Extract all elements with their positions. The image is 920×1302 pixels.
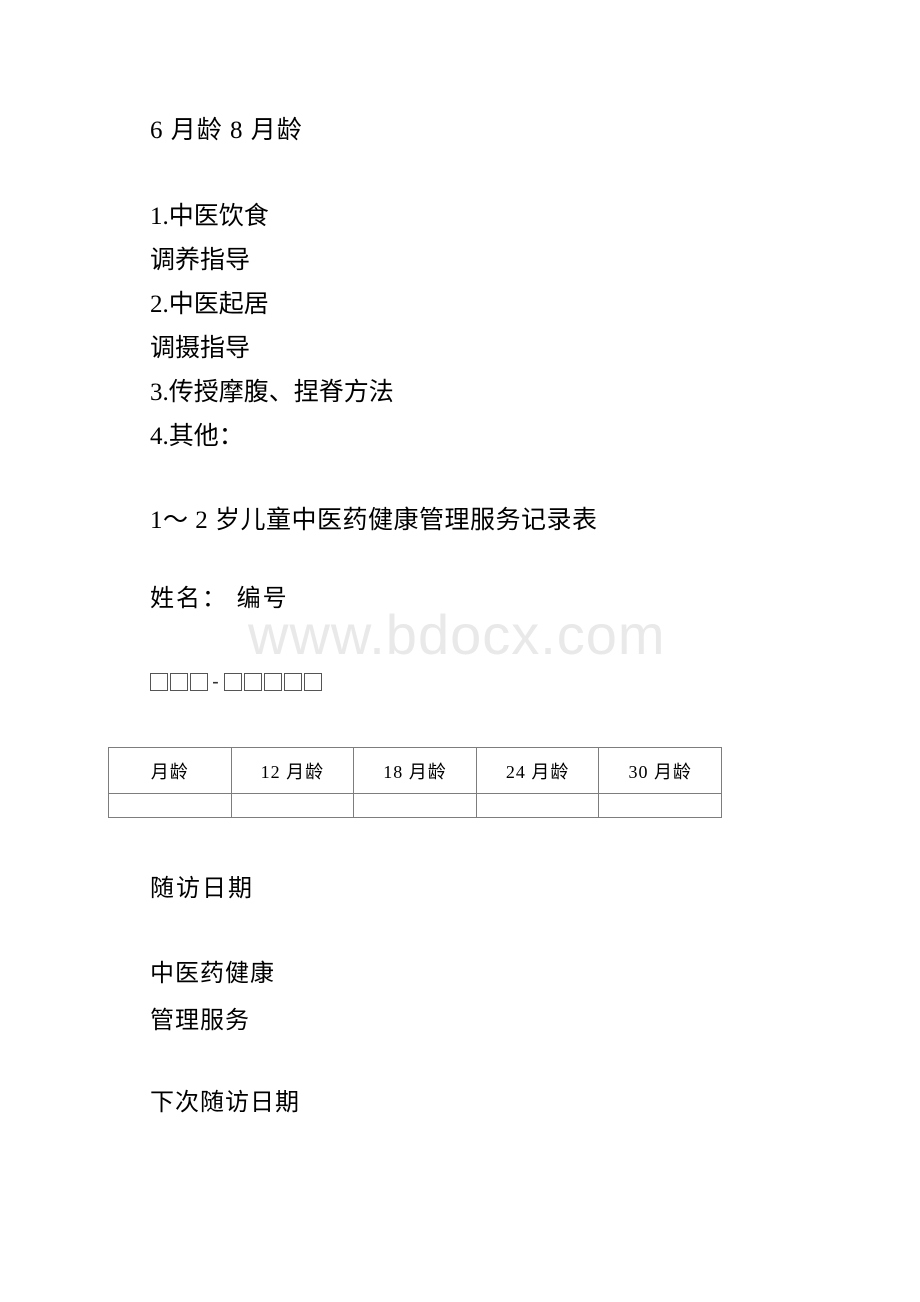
table-header-cell: 12 月龄 bbox=[230, 747, 355, 794]
service-label-line1: 中医药健康 bbox=[150, 960, 275, 987]
id-box bbox=[264, 673, 282, 692]
document-page: www.bdocx.com 6 月龄 8 月龄 1.中医饮食 调养指导 2.中医… bbox=[0, 0, 920, 1302]
guidance-item-3: 3.传授摩腹、捏脊方法 bbox=[150, 379, 394, 406]
id-box bbox=[224, 673, 242, 692]
table-cell bbox=[353, 793, 477, 818]
section-title: 1～ 2 岁儿童中医药健康管理服务记录表 bbox=[150, 507, 598, 534]
watermark: www.bdocx.com bbox=[248, 603, 666, 666]
age-months-table: 月龄 12 月龄 18 月龄 24 月龄 30 月龄 bbox=[108, 747, 722, 818]
table-header-cell: 24 月龄 bbox=[475, 747, 600, 794]
followup-date-label: 随访日期 bbox=[150, 875, 254, 902]
table-header-row: 月龄 12 月龄 18 月龄 24 月龄 30 月龄 bbox=[108, 747, 722, 794]
id-box bbox=[150, 673, 168, 692]
id-separator: - bbox=[212, 671, 222, 694]
guidance-item-2-cont: 调摄指导 bbox=[150, 335, 251, 362]
id-box bbox=[244, 673, 262, 692]
name-and-id-label: 姓名： 编号 bbox=[150, 585, 289, 612]
table-header-cell: 18 月龄 bbox=[353, 747, 477, 794]
months-line: 6 月龄 8 月龄 bbox=[150, 117, 303, 144]
guidance-item-1-cont: 调养指导 bbox=[150, 247, 251, 274]
next-followup-date-label: 下次随访日期 bbox=[150, 1089, 300, 1116]
service-label-line2: 管理服务 bbox=[150, 1007, 250, 1034]
id-box bbox=[170, 673, 188, 692]
table-cell bbox=[230, 793, 355, 818]
table-header-cell: 月龄 bbox=[108, 747, 232, 794]
table-cell bbox=[475, 793, 600, 818]
id-box bbox=[304, 673, 322, 692]
table-row bbox=[108, 793, 722, 818]
table-cell bbox=[108, 793, 232, 818]
table-cell bbox=[598, 793, 722, 818]
id-number-boxes: - bbox=[150, 668, 324, 693]
guidance-item-4: 4.其他： bbox=[150, 423, 244, 450]
table-header-cell: 30 月龄 bbox=[598, 747, 722, 794]
id-box bbox=[284, 673, 302, 692]
id-box bbox=[190, 673, 208, 692]
guidance-item-2: 2.中医起居 bbox=[150, 291, 269, 318]
guidance-item-1: 1.中医饮食 bbox=[150, 203, 269, 230]
